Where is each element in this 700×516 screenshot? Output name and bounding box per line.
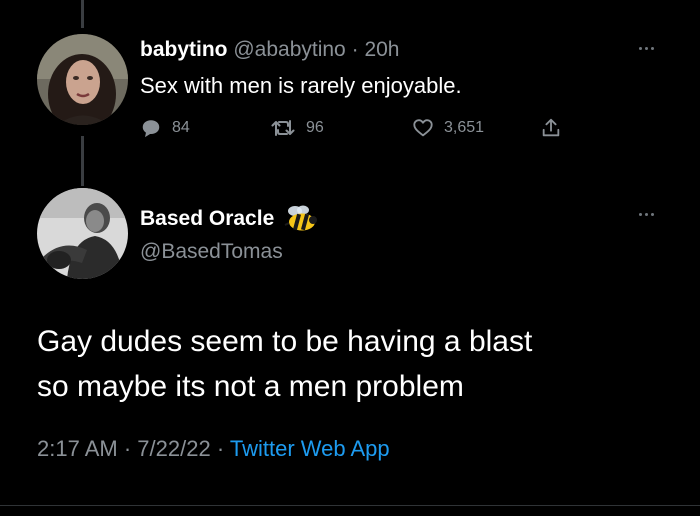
babytino-timestamp[interactable]: 20h bbox=[364, 38, 399, 61]
tweet-date[interactable]: 7/22/22 bbox=[137, 436, 210, 461]
reply-icon bbox=[142, 120, 160, 138]
thread-connector-top bbox=[81, 0, 84, 28]
like-count: 3,651 bbox=[444, 119, 485, 136]
like-action[interactable]: 3,651 bbox=[412, 117, 484, 139]
tweet-source-link[interactable]: Twitter Web App bbox=[230, 436, 390, 461]
main-tweet-text-line-2: so maybe its not a men problem bbox=[37, 370, 464, 403]
retweet-icon bbox=[271, 120, 295, 136]
share-icon bbox=[542, 118, 560, 137]
bottom-divider bbox=[0, 505, 700, 506]
babytino-avatar[interactable] bbox=[37, 34, 128, 125]
babytino-header: babytino @ababytino · 20h bbox=[140, 38, 399, 62]
meta-separator-1: · bbox=[123, 436, 132, 461]
reply-count: 84 bbox=[172, 119, 190, 136]
based-oracle-display-name[interactable]: Based Oracle bbox=[140, 207, 274, 231]
share-action[interactable] bbox=[540, 117, 562, 139]
main-tweet-text-line-1: Gay dudes seem to be having a blast bbox=[37, 325, 533, 358]
based-oracle-more-icon[interactable] bbox=[639, 213, 654, 216]
babytino-tweet-text: Sex with men is rarely enjoyable. bbox=[140, 73, 462, 98]
babytino-more-icon[interactable] bbox=[639, 47, 654, 50]
reply-action[interactable]: 84 bbox=[140, 117, 190, 139]
thread-connector bbox=[81, 136, 84, 186]
bee-emoji-icon bbox=[284, 205, 318, 231]
tweet-time[interactable]: 2:17 AM bbox=[37, 436, 118, 461]
babytino-handle[interactable]: @ababytino bbox=[233, 38, 345, 61]
heart-icon bbox=[413, 119, 433, 137]
tweet-meta: 2:17 AM · 7/22/22 · Twitter Web App bbox=[37, 436, 390, 462]
retweet-action[interactable]: 96 bbox=[270, 117, 324, 139]
retweet-count: 96 bbox=[306, 119, 324, 136]
meta-separator-2: · bbox=[216, 436, 225, 461]
based-oracle-handle[interactable]: @BasedTomas bbox=[140, 240, 283, 264]
header-separator: · bbox=[351, 38, 359, 61]
based-oracle-avatar[interactable] bbox=[37, 188, 128, 279]
based-oracle-name-row: Based Oracle bbox=[140, 205, 320, 233]
babytino-display-name[interactable]: babytino bbox=[140, 38, 228, 61]
